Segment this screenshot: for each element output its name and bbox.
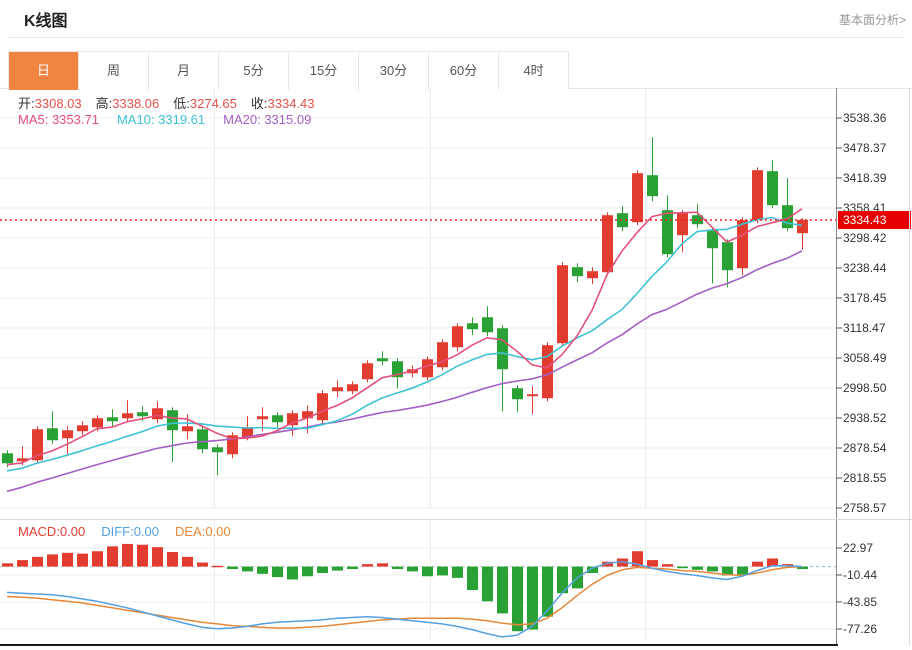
dea-line <box>7 567 802 628</box>
panel-separator <box>0 519 912 520</box>
ma10-line <box>7 218 802 471</box>
bottom-border <box>0 644 838 646</box>
candlestick-chart-canvas[interactable] <box>0 88 912 520</box>
page-title: K线图 <box>24 7 68 31</box>
ma20-line <box>7 251 802 491</box>
tab-3[interactable]: 5分 <box>219 52 289 90</box>
fundamental-analysis-link[interactable]: 基本面分析> <box>839 11 906 28</box>
diff-line <box>7 562 802 637</box>
tab-0[interactable]: 日 <box>9 52 79 90</box>
tab-1[interactable]: 周 <box>79 52 149 90</box>
kline-widget: K线图 基本面分析> 日周月5分15分30分60分4时 开:3308.03高:3… <box>0 0 912 650</box>
macd-grid-layer <box>0 520 842 646</box>
tab-7[interactable]: 4时 <box>499 52 569 90</box>
axis-column-border <box>909 88 910 646</box>
candles-layer <box>2 137 808 475</box>
title-divider <box>8 37 904 38</box>
tab-4[interactable]: 15分 <box>289 52 359 90</box>
main-grid-layer <box>0 88 842 520</box>
tab-5[interactable]: 30分 <box>359 52 429 90</box>
tab-2[interactable]: 月 <box>149 52 219 90</box>
timeframe-tabbar: 日周月5分15分30分60分4时 <box>8 51 569 89</box>
tab-6[interactable]: 60分 <box>429 52 499 90</box>
macd-chart-canvas[interactable] <box>0 520 912 646</box>
